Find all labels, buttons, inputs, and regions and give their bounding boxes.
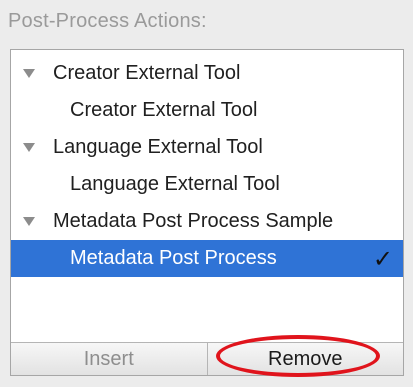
disclosure-triangle-expanded-icon[interactable]: [23, 217, 35, 226]
tree-item-label: Creator External Tool: [70, 99, 258, 121]
tree-item-label: Metadata Post Process: [70, 247, 277, 269]
post-process-actions-panel: Creator External Tool Creator External T…: [10, 49, 404, 377]
action-button-bar: Insert Remove: [11, 335, 404, 377]
tree-group-creator-external-tool[interactable]: Creator External Tool: [11, 55, 403, 92]
tree-item-metadata-post-process-selected[interactable]: Metadata Post Process ✓: [11, 240, 403, 277]
tree-group-label: Metadata Post Process Sample: [53, 210, 334, 232]
red-ellipse-highlight-annotation: [215, 335, 380, 377]
tree-group-label: Creator External Tool: [53, 62, 241, 84]
insert-button-label: Insert: [83, 347, 134, 370]
insert-button[interactable]: Insert: [11, 343, 208, 375]
actions-tree-list: Creator External Tool Creator External T…: [11, 55, 403, 277]
remove-button[interactable]: Remove: [208, 335, 404, 377]
page-title: Post-Process Actions:: [8, 10, 207, 32]
tree-group-label: Language External Tool: [53, 136, 263, 158]
disclosure-triangle-expanded-icon[interactable]: [23, 69, 35, 78]
tree-item-creator-external-tool[interactable]: Creator External Tool: [11, 92, 403, 129]
tree-group-metadata-post-process-sample[interactable]: Metadata Post Process Sample: [11, 203, 403, 240]
tree-item-label: Language External Tool: [70, 173, 280, 195]
checkmark-icon: ✓: [372, 245, 393, 273]
tree-item-language-external-tool[interactable]: Language External Tool: [11, 166, 403, 203]
tree-group-language-external-tool[interactable]: Language External Tool: [11, 129, 403, 166]
disclosure-triangle-expanded-icon[interactable]: [23, 143, 35, 152]
